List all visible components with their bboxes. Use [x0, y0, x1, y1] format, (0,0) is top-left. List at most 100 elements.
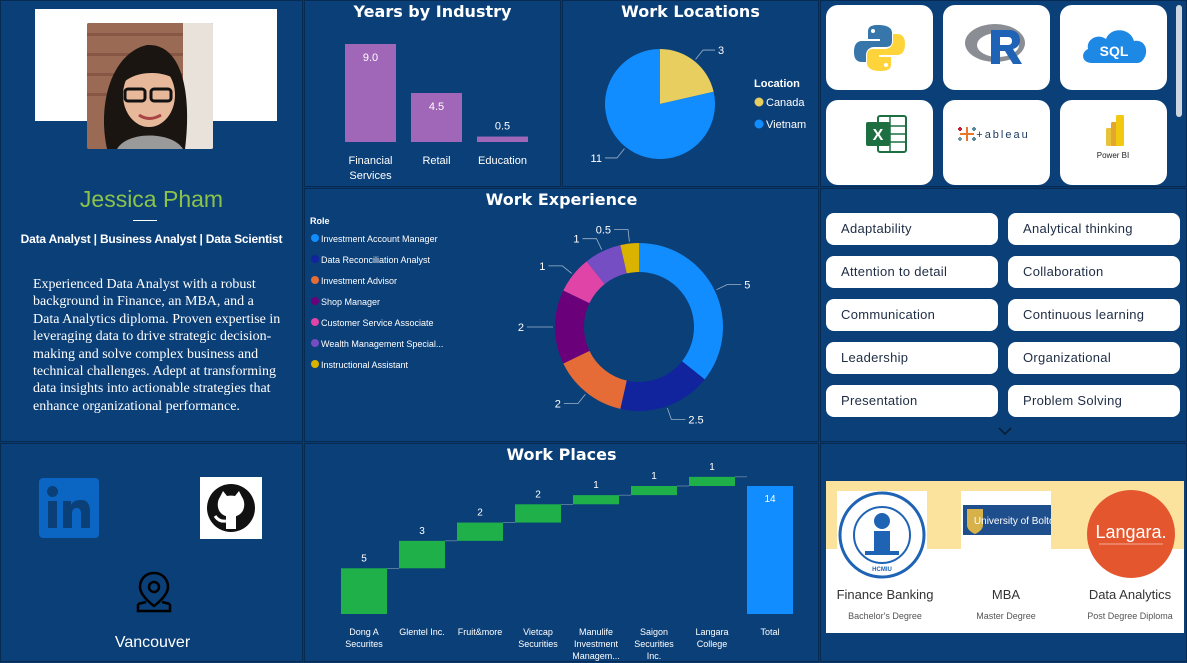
category-label: Securities	[634, 639, 674, 649]
legend-item: Investment Account Manager	[321, 234, 438, 244]
profile-name: Jessica Pham	[79, 186, 224, 212]
legend-marker	[311, 234, 319, 242]
legend-item: Customer Service Associate	[321, 318, 434, 328]
locations-pie: 3 11 Location Canada Vietnam	[591, 45, 807, 165]
education-card: HCMIU University of Bolton Langara. Fina…	[826, 481, 1184, 633]
chevron-down-icon[interactable]	[997, 423, 1013, 441]
city-label: Vancouver	[114, 634, 191, 651]
bar-value-label: 1	[651, 471, 657, 482]
slice-value-label: 11	[591, 153, 602, 165]
slice-value-label: 2	[555, 399, 561, 411]
legend-marker	[311, 360, 319, 368]
legend-item: Investment Advisor	[321, 276, 397, 286]
skill-tag: Communication	[826, 299, 998, 331]
location-pin-icon	[134, 570, 174, 619]
slice-value-label: 0.5	[596, 225, 611, 237]
category-label: Education	[478, 155, 527, 167]
tools-scrollbar[interactable]	[1176, 5, 1182, 117]
bar[interactable]	[477, 136, 528, 142]
bolton-logo: University of Bolton	[961, 491, 1060, 551]
bar-value-label: 5	[361, 553, 367, 564]
power-bi-logo-text: Power BI	[1097, 151, 1129, 160]
legend-item: Instructional Assistant	[321, 360, 409, 370]
legend-marker	[754, 97, 764, 107]
slice-value-label: 2.5	[688, 415, 703, 427]
donut-slice[interactable]	[639, 243, 723, 380]
skill-tag: Organizational	[1008, 342, 1180, 374]
category-label: Saigon	[640, 627, 668, 637]
legend-marker	[311, 297, 319, 305]
hcmiu-logo-text: HCMIU	[872, 567, 892, 573]
category-label: Vietcap	[523, 627, 553, 637]
work-places-chart: Work Places 5 Dong A Securites 3 Glentel Inc…	[304, 443, 819, 662]
legend-item: Data Reconciliation Analyst	[321, 255, 431, 265]
donut-slice[interactable]	[563, 350, 627, 409]
category-label: Langara	[695, 627, 728, 637]
power-bi-logo: Power BI	[1060, 100, 1167, 185]
work-locations-chart: Work Locations 3 11 Location Canada Vietnam	[562, 0, 819, 187]
category-label: Inc.	[647, 651, 662, 661]
waterfall-bar[interactable]	[689, 476, 735, 486]
excel-logo: X	[826, 100, 933, 185]
education-field: Data Analytics	[1088, 587, 1172, 602]
waterfall-bar[interactable]	[573, 495, 619, 505]
skill-tag: Presentation	[826, 385, 998, 417]
skills-panel: Adaptability Analytical thinking Attention…	[820, 188, 1187, 442]
legend-title: Role	[310, 216, 330, 226]
education-panel: HCMIU University of Bolton Langara. Fina…	[820, 443, 1187, 662]
github-icon[interactable]	[200, 477, 262, 544]
slice-value-label: 1	[539, 261, 545, 273]
category-label: Glentel Inc.	[399, 627, 445, 637]
profile-bio: Experienced Data Analyst with a robust b…	[33, 277, 281, 414]
slice-value-label: 3	[718, 45, 724, 57]
category-label: Dong A	[349, 627, 379, 637]
industry-bars: 9.0 Financial Services 4.5 Retail 0.5 Educatio…	[345, 44, 528, 182]
skill-tag: Analytical thinking	[1008, 213, 1180, 245]
skill-tag: Continuous learning	[1008, 299, 1180, 331]
experience-donut: Role Investment Account Manager Data Recon…	[310, 216, 750, 427]
waterfall-bar[interactable]	[399, 540, 445, 569]
education-field: MBA	[991, 587, 1021, 602]
waterfall-bar[interactable]	[747, 486, 793, 614]
category-label: Financial	[348, 155, 392, 167]
category-label: Total	[760, 627, 779, 637]
work-experience-chart: Work Experience Role Investment Account M…	[304, 188, 819, 442]
bar-value-label: 9.0	[363, 52, 378, 64]
category-label: Manulife	[579, 627, 613, 637]
tableau-logo-text: +ableau	[976, 129, 1029, 141]
legend-item: Wealth Management Special...	[321, 339, 443, 349]
donut-slice[interactable]	[555, 290, 590, 364]
linkedin-icon[interactable]	[39, 478, 99, 543]
profile-roles: Data Analyst | Business Analyst | Data S…	[20, 232, 283, 246]
bar-value-label: 2	[535, 489, 541, 500]
waterfall-bar[interactable]	[457, 522, 503, 541]
waterfall-bar[interactable]	[515, 504, 561, 523]
profile-photo	[87, 23, 213, 149]
langara-logo: Langara.	[1085, 488, 1177, 585]
bar-value-label: 0.5	[495, 121, 510, 133]
legend-item: Canada	[766, 97, 805, 109]
education-field: Finance Banking	[836, 587, 934, 602]
category-label: College	[697, 639, 728, 649]
waterfall-bar[interactable]	[631, 486, 677, 496]
waterfall-bar[interactable]	[341, 568, 387, 614]
legend-marker	[311, 339, 319, 347]
slice-value-label: 2	[518, 322, 524, 334]
contact-panel: Vancouver	[0, 443, 303, 662]
sql-logo: SQL	[1060, 5, 1167, 90]
bar-value-label: 1	[593, 480, 599, 491]
legend-marker	[311, 318, 319, 326]
bar-value-label: 4.5	[429, 101, 444, 113]
legend-marker	[311, 276, 319, 284]
legend-title: Location	[754, 78, 800, 90]
name-divider	[133, 220, 157, 221]
profile-card: Jessica Pham Data Analyst | Business Ana…	[0, 0, 303, 442]
category-label: Fruit&more	[458, 627, 503, 637]
category-label: Managem...	[572, 651, 620, 661]
hcmiu-logo: HCMIU	[837, 491, 927, 579]
category-label: Securities	[518, 639, 558, 649]
legend-item: Shop Manager	[321, 297, 380, 307]
category-label: Securites	[345, 639, 383, 649]
category-label: Investment	[574, 639, 619, 649]
category-label: Services	[349, 170, 392, 182]
